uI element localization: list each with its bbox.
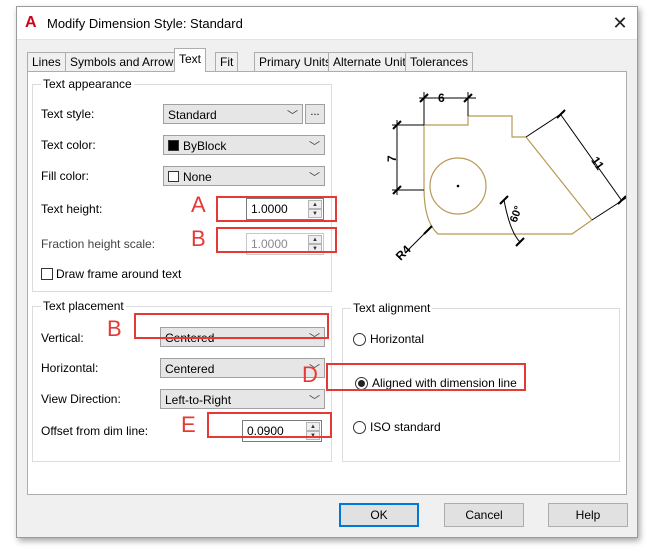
center-mark <box>456 184 460 188</box>
horizontal-dropdown[interactable]: Centered ﹀ <box>160 358 325 378</box>
right-dim-line <box>560 114 623 202</box>
radio-iso-standard[interactable] <box>353 421 366 434</box>
title-bar: A Modify Dimension Style: Standard ✕ <box>17 7 637 40</box>
text-style-label: Text style: <box>41 107 95 121</box>
black-swatch-icon <box>168 140 179 151</box>
tick-mark <box>423 225 433 235</box>
dialog-title: Modify Dimension Style: Standard <box>47 16 243 31</box>
tab-primary-units[interactable]: Primary Units <box>254 52 337 71</box>
view-direction-value: Left-to-Right <box>165 393 232 407</box>
horizontal-label: Horizontal: <box>41 361 99 375</box>
fill-color-label: Fill color: <box>41 169 90 183</box>
view-direction-label: View Direction: <box>41 392 121 406</box>
radio-horizontal[interactable] <box>353 333 366 346</box>
draw-frame-checkbox[interactable] <box>41 268 53 280</box>
empty-swatch-icon <box>168 171 179 182</box>
tab-alternate-units[interactable]: Alternate Units <box>328 52 417 71</box>
text-color-dropdown[interactable]: ByBlock ﹀ <box>163 135 325 155</box>
annotation-box-b-second <box>134 313 329 339</box>
left-dim-text: 7 <box>385 155 399 162</box>
text-alignment-title: Text alignment <box>351 301 433 315</box>
chevron-down-icon: ﹀ <box>309 141 320 153</box>
radio-horizontal-label: Horizontal <box>370 332 425 346</box>
tab-tolerances[interactable]: Tolerances <box>405 52 474 71</box>
text-color-value: ByBlock <box>183 139 227 153</box>
tick-mark <box>556 109 566 119</box>
text-placement-title: Text placement <box>41 299 126 313</box>
text-style-browse-button[interactable]: ... <box>305 104 325 124</box>
annotation-letter-a: A <box>191 192 206 217</box>
annotation-box-a <box>216 196 337 222</box>
text-appearance-title: Text appearance <box>41 77 134 91</box>
fill-color-value: None <box>183 170 212 184</box>
view-direction-dropdown[interactable]: Left-to-Right ﹀ <box>160 389 325 409</box>
angle-dim-text: 60° <box>508 204 525 224</box>
tab-text[interactable]: Text <box>174 48 207 72</box>
help-button[interactable]: Help <box>548 503 628 527</box>
dimension-style-preview: 6 7 11 60° R4 <box>385 91 626 262</box>
text-appearance-group: Text appearance Text style: Standard ﹀ .… <box>32 77 332 292</box>
chevron-down-icon: ﹀ <box>287 110 298 122</box>
radius-dim-text: R4 <box>393 242 414 262</box>
modify-dimension-style-dialog: A Modify Dimension Style: Standard ✕ Lin… <box>16 6 638 538</box>
radio-iso-standard-label: ISO standard <box>370 420 441 434</box>
chevron-down-icon: ﹀ <box>309 395 320 407</box>
fraction-height-scale-label: Fraction height scale: <box>41 237 156 251</box>
offset-from-dim-line-label: Offset from dim line: <box>41 424 149 438</box>
tab-symbols-and-arrows[interactable]: Symbols and Arrows <box>65 52 185 71</box>
tab-lines[interactable]: Lines <box>27 52 66 71</box>
horizontal-value: Centered <box>165 362 215 376</box>
annotation-box-e <box>207 412 332 438</box>
annotation-box-d <box>326 363 526 391</box>
annotation-letter-b-second: B <box>107 316 122 341</box>
autocad-logo-icon: A <box>25 14 37 31</box>
close-icon[interactable]: ✕ <box>609 13 631 33</box>
vertical-label: Vertical: <box>41 331 84 345</box>
ok-button[interactable]: OK <box>339 503 419 527</box>
text-height-label: Text height: <box>41 202 103 216</box>
cancel-button[interactable]: Cancel <box>444 503 524 527</box>
draw-frame-label: Draw frame around text <box>56 267 182 281</box>
tick-mark <box>499 195 509 205</box>
annotation-letter-d: D <box>302 362 318 387</box>
text-style-value: Standard <box>168 108 217 122</box>
chevron-down-icon: ﹀ <box>309 172 320 184</box>
fill-color-dropdown[interactable]: None ﹀ <box>163 166 325 186</box>
top-dim-text: 6 <box>438 91 445 105</box>
annotation-letter-e: E <box>181 412 196 437</box>
text-color-value-wrap: ByBlock <box>168 139 226 153</box>
annotation-box-b-first <box>216 227 337 253</box>
tab-fit[interactable]: Fit <box>215 52 239 71</box>
fill-color-value-wrap: None <box>168 170 212 184</box>
text-style-dropdown[interactable]: Standard ﹀ <box>163 104 303 124</box>
annotation-letter-b-first: B <box>191 226 206 251</box>
text-color-label: Text color: <box>41 138 96 152</box>
